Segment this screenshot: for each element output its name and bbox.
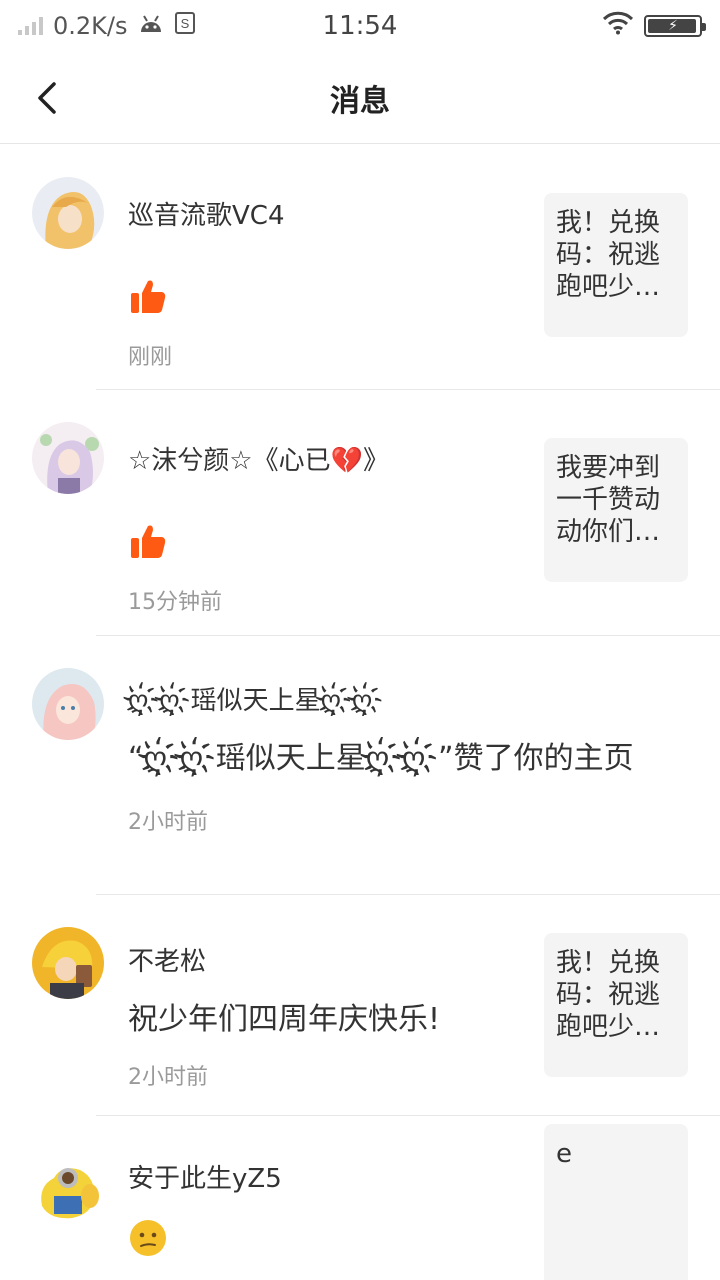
worried-face-icon — [130, 1220, 166, 1256]
sender-name[interactable]: 安于此生yZ5 — [128, 1160, 540, 1198]
avatar[interactable] — [32, 422, 104, 494]
referenced-post[interactable]: 我！兑换码：祝逃跑吧少… — [544, 193, 688, 337]
message-item[interactable]: 巡音流歌VC4 刚刚 我！兑换码：祝逃跑吧少… — [32, 145, 720, 390]
chevron-left-icon — [38, 82, 56, 114]
referenced-post[interactable]: 我！兑换码：祝逃跑吧少… — [544, 933, 688, 1077]
android-icon — [138, 12, 164, 40]
message-text: “ღ҉ღ҉瑶似天上星ღ҉ღ҉”赞了你的主页 — [128, 741, 634, 776]
message-text: 祝少年们四周年庆快乐! — [128, 1002, 441, 1037]
network-speed: 0.2K/s — [53, 12, 128, 40]
thumbs-up-icon — [131, 525, 166, 558]
signal-icon — [18, 17, 43, 35]
avatar[interactable] — [32, 927, 104, 999]
battery-icon: ⚡ — [644, 15, 706, 37]
status-bar: 0.2K/s S 11:54 ⚡ — [0, 0, 720, 52]
page-title: 消息 — [330, 83, 390, 119]
svg-text:S: S — [180, 16, 189, 31]
sim-card-icon: S — [174, 11, 196, 41]
sender-name[interactable]: ☆沫兮颜☆《心已💔》 — [128, 442, 540, 480]
timestamp: 2小时前 — [128, 1065, 208, 1090]
timestamp: 15分钟前 — [128, 590, 222, 615]
sender-name[interactable]: 不老松 — [128, 943, 540, 981]
timestamp: 2小时前 — [128, 810, 208, 835]
message-item[interactable]: 不老松 祝少年们四周年庆快乐! 2小时前 我！兑换码：祝逃跑吧少… — [32, 895, 720, 1116]
referenced-post[interactable]: 我要冲到一千赞动动你们… — [544, 438, 688, 582]
message-list: 巡音流歌VC4 刚刚 我！兑换码：祝逃跑吧少… ☆沫兮颜☆《心已💔》 15分钟前… — [0, 145, 720, 1280]
avatar[interactable] — [32, 1148, 104, 1220]
wifi-icon — [602, 11, 634, 41]
timestamp: 刚刚 — [128, 345, 173, 370]
sender-name[interactable]: 巡音流歌VC4 — [128, 197, 540, 235]
message-item[interactable]: ☆沫兮颜☆《心已💔》 15分钟前 我要冲到一千赞动动你们… — [32, 390, 720, 636]
message-item[interactable]: 安于此生yZ5 e — [32, 1116, 720, 1280]
avatar[interactable] — [32, 177, 104, 249]
avatar[interactable] — [32, 668, 104, 740]
message-item[interactable]: ღ҉ღ҉瑶似天上星ღ҉ღ҉ “ღ҉ღ҉瑶似天上星ღ҉ღ҉”赞了你的主页 2小时前 — [32, 636, 720, 895]
back-button[interactable] — [30, 78, 66, 118]
thumbs-up-icon — [131, 280, 166, 313]
header: 消息 — [0, 52, 720, 144]
sender-name[interactable]: ღ҉ღ҉瑶似天上星ღ҉ღ҉ — [128, 682, 680, 720]
referenced-post[interactable]: e — [544, 1124, 688, 1280]
